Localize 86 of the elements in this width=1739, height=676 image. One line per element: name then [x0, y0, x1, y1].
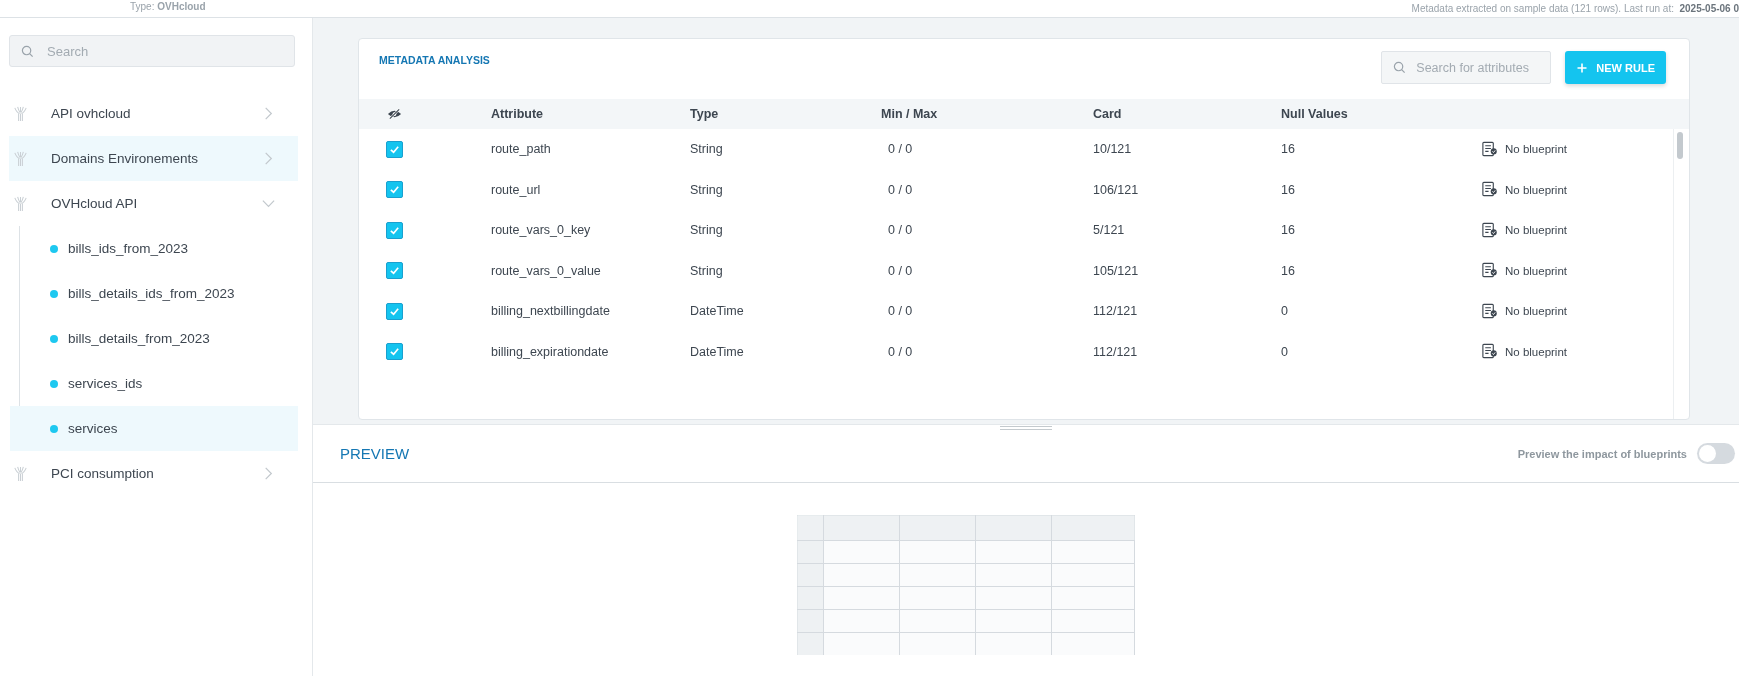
table-cell: No blueprint: [1505, 345, 1567, 358]
table-cell: 16: [1281, 142, 1295, 157]
table-cell: 0 / 0: [888, 263, 913, 278]
tree-item[interactable]: services: [10, 406, 298, 451]
column-header: Card: [1093, 107, 1122, 121]
column-header: Min / Max: [881, 107, 938, 121]
table-cell: 0 / 0: [888, 344, 913, 359]
document-check-icon: [1481, 343, 1498, 361]
plus-icon: [1577, 62, 1588, 73]
table-cell: route_vars_0_key: [491, 223, 591, 238]
table-cell: route_path: [491, 142, 551, 157]
table-cell: 0 / 0: [888, 223, 913, 238]
table-cell: String: [690, 223, 723, 238]
table-cell: 112/121: [1093, 304, 1138, 319]
table-cell: route_url: [491, 182, 541, 197]
toggle-label: Preview the impact of blueprints: [1517, 447, 1687, 460]
tree-item[interactable]: bills_details_from_2023: [10, 316, 298, 361]
table-cell: 16: [1281, 182, 1295, 197]
section-title: METADATA ANALYSIS: [379, 54, 491, 66]
fountain-icon: [12, 150, 29, 167]
table-cell: 105/121: [1093, 263, 1139, 278]
resize-handle[interactable]: [1000, 426, 1052, 430]
column-header: Type: [690, 107, 719, 121]
tree-item[interactable]: PCI consumption: [9, 451, 298, 496]
section-title: PREVIEW: [340, 445, 411, 462]
table-cell: 10/121: [1093, 142, 1132, 157]
checkmark-icon: [388, 346, 400, 358]
table-cell: 112/121: [1093, 344, 1138, 359]
table-cell: 0 / 0: [888, 304, 913, 319]
checkbox[interactable]: [385, 221, 403, 239]
table-cell: 0 / 0: [888, 142, 913, 157]
checkbox[interactable]: [385, 181, 403, 199]
table-cell: 0: [1281, 304, 1288, 319]
table-cell: No blueprint: [1505, 305, 1567, 318]
checkbox[interactable]: [385, 262, 403, 280]
source-type-text: Type: OVHcloud: [130, 1, 206, 12]
eye-slash-icon: [386, 108, 402, 120]
fountain-icon: [12, 195, 29, 212]
table-cell: DateTime: [690, 304, 744, 319]
document-check-icon: [1481, 221, 1498, 239]
toggle-switch[interactable]: [1697, 443, 1735, 464]
run-info-text: Metadata extracted on sample data (121 rows). Last run at: 2025-05-06 0: [1411, 3, 1739, 15]
table-cell: 16: [1281, 263, 1295, 278]
checkmark-icon: [388, 305, 400, 317]
checkmark-icon: [388, 184, 400, 196]
document-check-icon: [1481, 181, 1498, 199]
scrollbar-thumb[interactable]: [1677, 132, 1683, 159]
search-icon: [1393, 61, 1407, 74]
checkbox[interactable]: [385, 302, 403, 320]
tree-item[interactable]: Domains Environements: [9, 136, 298, 181]
checkbox[interactable]: [385, 343, 403, 361]
checkmark-icon: [388, 224, 400, 236]
tree-item[interactable]: services_ids: [10, 361, 298, 406]
table-cell: String: [690, 182, 723, 197]
table-cell: 0 / 0: [888, 182, 913, 197]
table-cell: No blueprint: [1505, 143, 1567, 156]
table-cell: String: [690, 142, 723, 157]
table-cell: billing_expirationdate: [491, 344, 609, 359]
table-cell: billing_nextbillingdate: [491, 304, 610, 319]
table-cell: No blueprint: [1505, 224, 1567, 237]
checkmark-icon: [388, 265, 400, 277]
table-cell: route_vars_0_value: [491, 263, 601, 278]
column-header: Attribute: [491, 107, 544, 121]
tree-item[interactable]: API ovhcloud: [9, 91, 298, 136]
search-field[interactable]: Search: [9, 35, 295, 67]
document-check-icon: [1481, 262, 1498, 280]
table-cell: 5/121: [1093, 223, 1125, 238]
table-cell: String: [690, 263, 723, 278]
fountain-icon: [12, 465, 29, 482]
column-header: Null Values: [1281, 107, 1348, 121]
checkbox[interactable]: [385, 140, 403, 158]
table-cell: No blueprint: [1505, 183, 1567, 196]
table-cell: DateTime: [690, 344, 744, 359]
tree-item[interactable]: bills_details_ids_from_2023: [10, 271, 298, 316]
table-cell: No blueprint: [1505, 264, 1567, 277]
tree-item[interactable]: OVHcloud API: [9, 181, 298, 226]
table-cell: 16: [1281, 223, 1295, 238]
fountain-icon: [12, 105, 29, 122]
table-cell: 106/121: [1093, 182, 1139, 197]
table-cell: 0: [1281, 344, 1288, 359]
search-icon: [21, 45, 34, 58]
tree-item[interactable]: bills_ids_from_2023: [10, 226, 298, 271]
search-field[interactable]: Search for attributes: [1381, 51, 1552, 84]
checkmark-icon: [388, 143, 400, 155]
document-check-icon: [1481, 140, 1498, 158]
document-check-icon: [1481, 302, 1498, 320]
